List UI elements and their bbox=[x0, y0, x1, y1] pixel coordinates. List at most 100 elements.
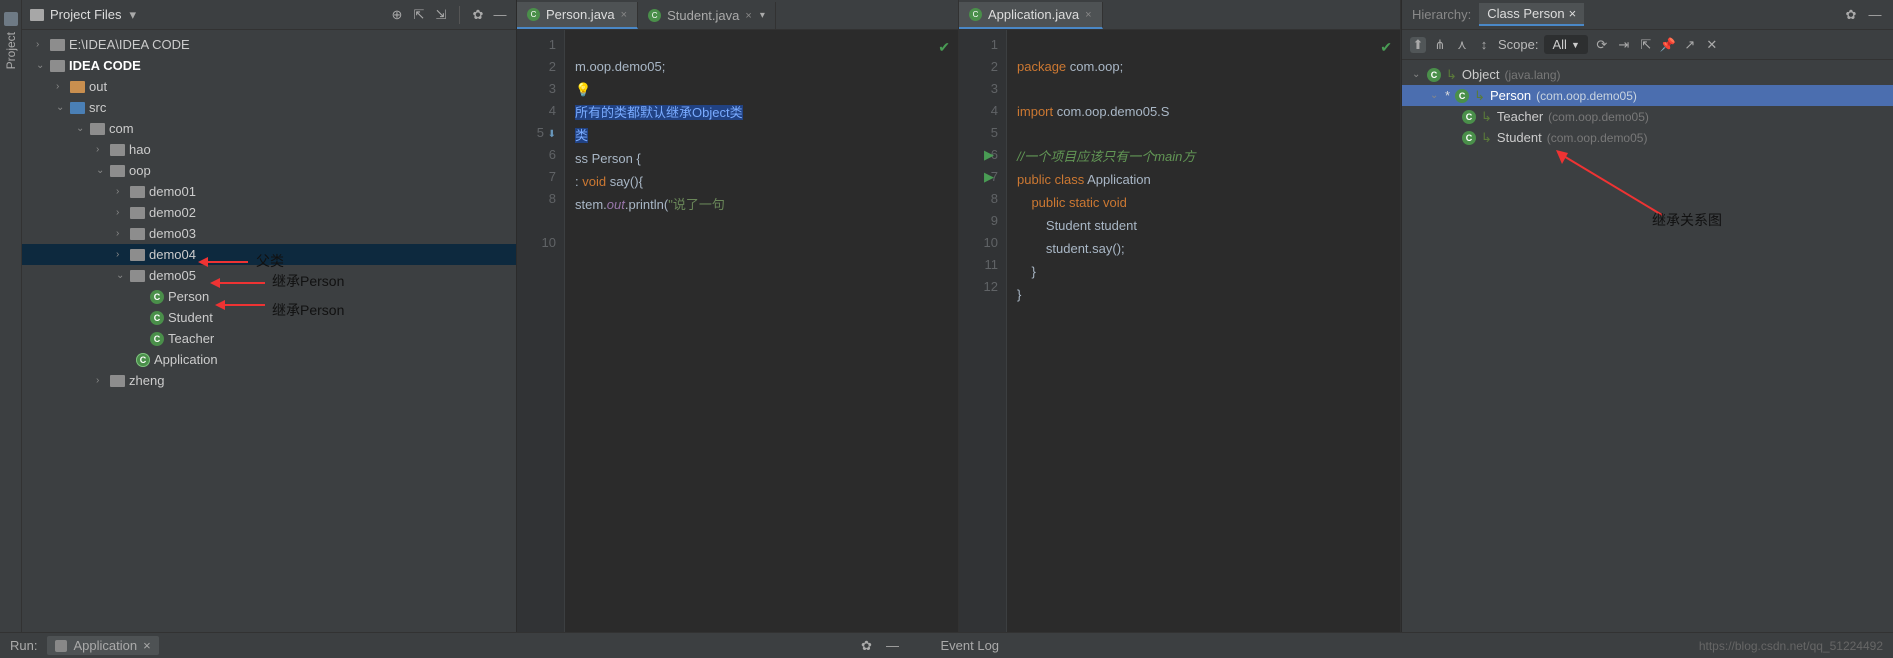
hide-icon[interactable]: — bbox=[884, 638, 900, 654]
sort-icon[interactable]: ↕ bbox=[1476, 37, 1492, 53]
annotation-label: 继承Person bbox=[272, 271, 344, 291]
project-strip-label[interactable]: Project bbox=[4, 32, 18, 69]
tree-row-class[interactable]: CApplication bbox=[22, 349, 516, 370]
event-log-button[interactable]: Event Log bbox=[940, 638, 999, 653]
tab-person[interactable]: CPerson.java× bbox=[517, 2, 638, 29]
settings-icon[interactable]: ✿ bbox=[858, 638, 874, 654]
hierarchy-row[interactable]: ⌄C↳Object(java.lang) bbox=[1402, 64, 1893, 85]
collapse-all-icon[interactable]: ⇲ bbox=[433, 7, 449, 23]
dropdown-icon[interactable]: ▾ bbox=[130, 7, 137, 23]
scope-select[interactable]: All▼ bbox=[1544, 35, 1587, 54]
close-icon[interactable]: ✕ bbox=[1704, 37, 1720, 53]
hide-icon[interactable]: — bbox=[492, 7, 508, 23]
chevron-down-icon[interactable]: ⌄ bbox=[36, 60, 46, 71]
package-icon bbox=[90, 123, 105, 135]
run-config-tab[interactable]: Application× bbox=[47, 636, 158, 655]
chevron-down-icon[interactable]: ⌄ bbox=[76, 123, 86, 134]
watermark-url: https://blog.csdn.net/qq_51224492 bbox=[1699, 639, 1883, 653]
export-icon[interactable]: ↗ bbox=[1682, 37, 1698, 53]
gutter[interactable]: 1234 5 ⬇ 67810 bbox=[517, 30, 565, 648]
chevron-down-icon[interactable]: ⌄ bbox=[116, 270, 126, 281]
code-area[interactable]: 12345 6▶ 7▶ 89101112 ✔package com.oop; i… bbox=[959, 30, 1400, 648]
hierarchy-row[interactable]: C↳Student(com.oop.demo05) bbox=[1402, 127, 1893, 148]
code-area[interactable]: 1234 5 ⬇ 67810 ✔m.oop.demo05; 💡 所有的类都默认继… bbox=[517, 30, 958, 648]
close-icon[interactable]: × bbox=[143, 638, 151, 653]
chevron-right-icon[interactable]: › bbox=[116, 249, 126, 260]
hierarchy-tab[interactable]: Class Person× bbox=[1479, 3, 1584, 26]
tree-row[interactable]: ›hao bbox=[22, 139, 516, 160]
chevron-right-icon[interactable]: › bbox=[56, 81, 66, 92]
hierarchy-row-selected[interactable]: ⌄*C↳Person(com.oop.demo05) bbox=[1402, 85, 1893, 106]
package-icon bbox=[130, 249, 145, 261]
subtypes-icon[interactable]: ⋏ bbox=[1454, 37, 1470, 53]
editor-tabs[interactable]: CPerson.java× CStudent.java×▾ bbox=[517, 0, 958, 30]
bulb-icon[interactable]: 💡 bbox=[575, 82, 591, 97]
tree-row[interactable]: ›zheng bbox=[22, 370, 516, 391]
hierarchy-tree[interactable]: ⌄C↳Object(java.lang) ⌄*C↳Person(com.oop.… bbox=[1402, 60, 1893, 658]
chevron-right-icon[interactable]: › bbox=[96, 144, 106, 155]
package-icon bbox=[130, 207, 145, 219]
class-icon: C bbox=[648, 9, 661, 22]
package-icon bbox=[130, 228, 145, 240]
chevron-right-icon[interactable]: › bbox=[116, 186, 126, 197]
close-icon[interactable]: × bbox=[621, 9, 627, 21]
project-tree[interactable]: ›E:\IDEA\IDEA CODE ⌄IDEA CODE ›out ⌄src … bbox=[22, 30, 516, 658]
package-icon bbox=[130, 186, 145, 198]
settings-icon[interactable]: ✿ bbox=[470, 7, 486, 23]
settings-icon[interactable]: ✿ bbox=[1843, 7, 1859, 23]
expand-all-icon[interactable]: ⇱ bbox=[411, 7, 427, 23]
chevron-down-icon[interactable]: ⌄ bbox=[56, 102, 66, 113]
left-tool-strip[interactable]: Project bbox=[0, 0, 22, 658]
tree-row[interactable]: ›demo02 bbox=[22, 202, 516, 223]
tree-row[interactable]: ›demo03 bbox=[22, 223, 516, 244]
tree-row-class[interactable]: CTeacher bbox=[22, 328, 516, 349]
code-content[interactable]: ✔m.oop.demo05; 💡 所有的类都默认继承Object类 类 ss P… bbox=[565, 30, 958, 648]
chevron-down-icon[interactable]: ▾ bbox=[760, 10, 765, 21]
locate-icon[interactable]: ⊕ bbox=[389, 7, 405, 23]
package-icon bbox=[110, 144, 125, 156]
folder-icon bbox=[50, 39, 65, 51]
project-tool-icon[interactable] bbox=[4, 12, 18, 26]
class-hierarchy-icon[interactable]: ⬆ bbox=[1410, 37, 1426, 53]
chevron-down-icon[interactable]: ⌄ bbox=[96, 165, 106, 176]
editor-tabs[interactable]: CApplication.java× bbox=[959, 0, 1400, 30]
chevron-right-icon[interactable]: › bbox=[116, 228, 126, 239]
tree-row[interactable]: ⌄IDEA CODE bbox=[22, 55, 516, 76]
tree-row-class[interactable]: CStudent bbox=[22, 307, 516, 328]
code-content[interactable]: ✔package com.oop; import com.oop.demo05.… bbox=[1007, 30, 1400, 648]
chevron-right-icon[interactable]: › bbox=[96, 375, 106, 386]
hierarchy-toolbar[interactable]: ⬆ ⋔ ⋏ ↕ Scope: All▼ ⟳ ⇥ ⇱ 📌 ↗ ✕ bbox=[1402, 30, 1893, 60]
run-icon[interactable]: ▶ bbox=[984, 144, 994, 166]
run-icon[interactable]: ▶ bbox=[984, 166, 994, 188]
tree-row[interactable]: ›demo01 bbox=[22, 181, 516, 202]
refresh-icon[interactable]: ⟳ bbox=[1594, 37, 1610, 53]
status-bar: Run: Application× ✿ — Event Log https://… bbox=[0, 632, 1893, 658]
gutter[interactable]: 12345 6▶ 7▶ 89101112 bbox=[959, 30, 1007, 648]
src-folder-icon bbox=[70, 102, 85, 114]
pin-icon[interactable]: 📌 bbox=[1660, 37, 1676, 53]
class-icon: C bbox=[150, 290, 164, 304]
tree-row[interactable]: ›out bbox=[22, 76, 516, 97]
tree-row-class[interactable]: CPerson bbox=[22, 286, 516, 307]
expand-icon[interactable]: ⇱ bbox=[1638, 37, 1654, 53]
chevron-right-icon[interactable]: › bbox=[36, 39, 46, 50]
tree-row[interactable]: ⌄com bbox=[22, 118, 516, 139]
chevron-down-icon[interactable]: ⌄ bbox=[1412, 69, 1422, 80]
tab-application[interactable]: CApplication.java× bbox=[959, 2, 1103, 29]
tree-row[interactable]: ⌄oop bbox=[22, 160, 516, 181]
chevron-down-icon[interactable]: ⌄ bbox=[1430, 90, 1440, 101]
hide-icon[interactable]: — bbox=[1867, 7, 1883, 23]
hierarchy-row[interactable]: C↳Teacher(com.oop.demo05) bbox=[1402, 106, 1893, 127]
close-icon[interactable]: × bbox=[1085, 9, 1091, 21]
tree-row[interactable]: ⌄src bbox=[22, 97, 516, 118]
close-icon[interactable]: × bbox=[745, 10, 751, 22]
close-icon[interactable]: × bbox=[1569, 6, 1577, 21]
check-icon: ✔ bbox=[938, 36, 950, 58]
supertypes-icon[interactable]: ⋔ bbox=[1432, 37, 1448, 53]
chevron-right-icon[interactable]: › bbox=[116, 207, 126, 218]
tab-student[interactable]: CStudent.java×▾ bbox=[638, 2, 776, 29]
hierarchy-title: Hierarchy: bbox=[1412, 7, 1471, 22]
tree-row[interactable]: ›E:\IDEA\IDEA CODE bbox=[22, 34, 516, 55]
autoscroll-icon[interactable]: ⇥ bbox=[1616, 37, 1632, 53]
project-view-title[interactable]: Project Files bbox=[50, 7, 122, 22]
